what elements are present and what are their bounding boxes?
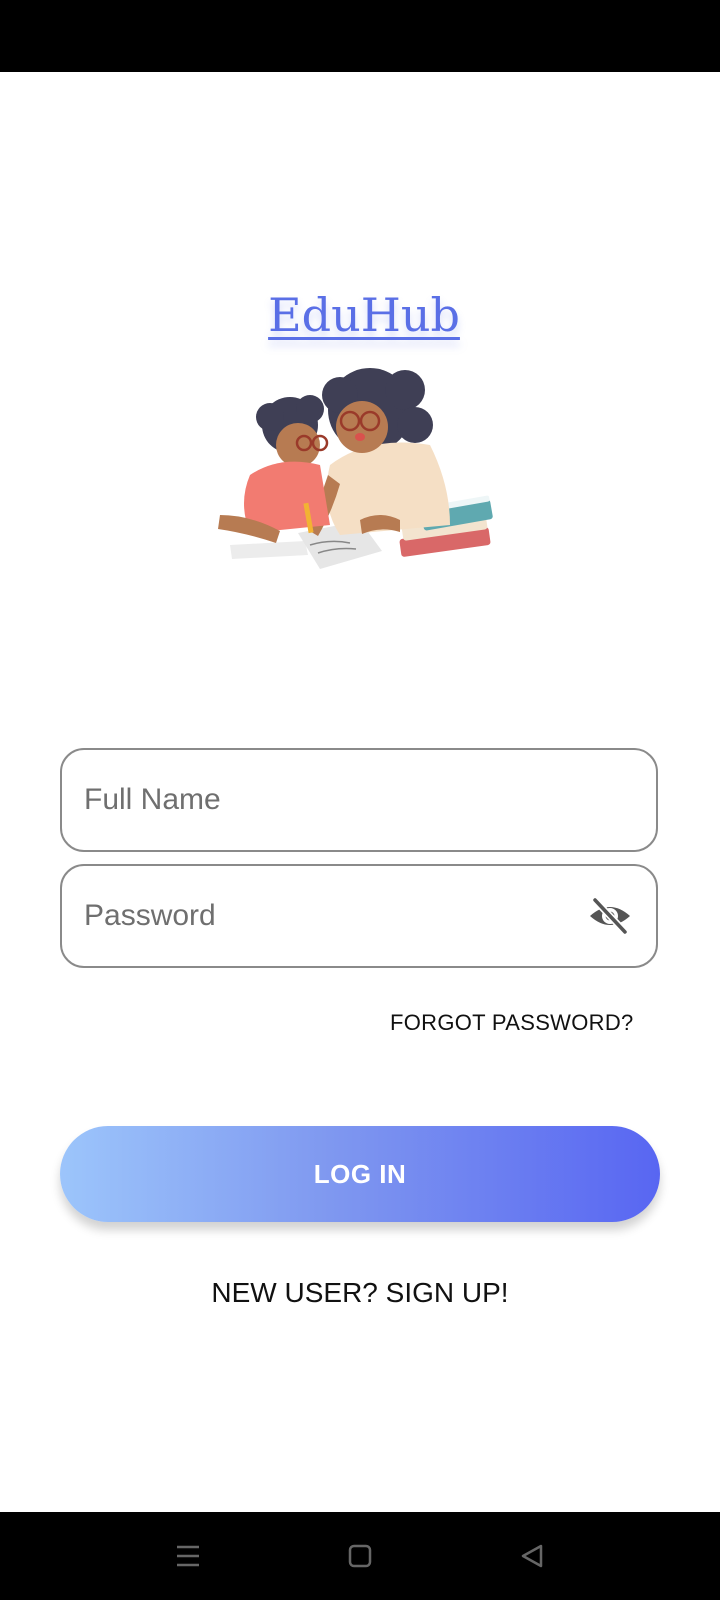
password-input[interactable] [84, 866, 564, 966]
full-name-field[interactable] [60, 748, 658, 852]
eye-off-icon[interactable] [586, 894, 634, 938]
app-title[interactable]: EduHub [0, 288, 720, 342]
signup-link[interactable]: NEW USER? SIGN UP! [0, 1277, 720, 1309]
forgot-password-link[interactable]: FORGOT PASSWORD? [390, 1010, 634, 1036]
password-field[interactable] [60, 864, 658, 968]
back-triangle-icon[interactable] [508, 1534, 556, 1578]
home-square-icon[interactable] [336, 1534, 384, 1578]
login-button[interactable]: LOG IN [60, 1126, 660, 1222]
full-name-input[interactable] [84, 750, 564, 850]
menu-icon[interactable] [164, 1534, 212, 1578]
status-bar [0, 0, 720, 72]
study-illustration [218, 368, 493, 569]
navigation-bar [0, 1512, 720, 1600]
